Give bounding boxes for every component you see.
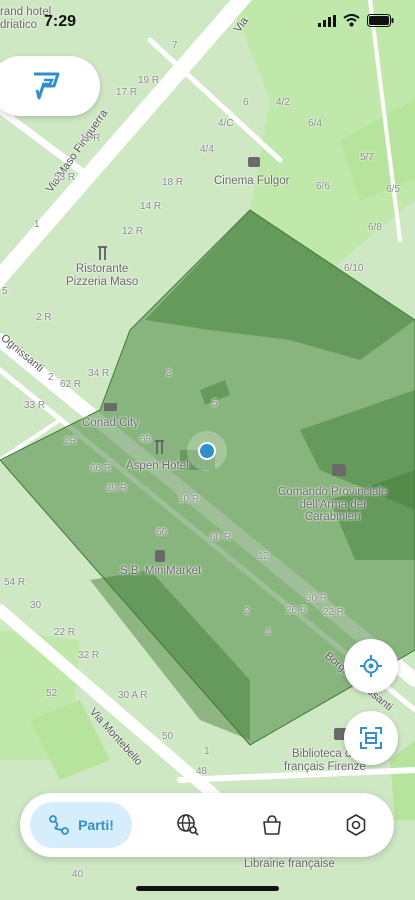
bottom-nav: Parti! bbox=[20, 793, 394, 857]
nav-item-parti-label: Parti! bbox=[78, 817, 114, 833]
locate-button[interactable] bbox=[344, 639, 398, 693]
house-number: 62 R bbox=[60, 379, 82, 390]
user-location-dot[interactable] bbox=[200, 444, 214, 458]
shop-icon bbox=[155, 550, 165, 562]
house-number: 2 bbox=[48, 372, 54, 383]
house-number: 6/6 bbox=[316, 181, 330, 192]
house-number: 30 R bbox=[306, 593, 328, 604]
house-number: 30 A R bbox=[118, 690, 148, 701]
house-number: 18 R bbox=[162, 177, 184, 188]
battery-icon bbox=[367, 14, 394, 27]
nav-item-shop[interactable] bbox=[256, 809, 288, 841]
poi-label-aspen[interactable]: Aspen Hotel bbox=[126, 460, 189, 473]
house-number: 66 R bbox=[90, 463, 112, 474]
poi-label-librairie[interactable]: Librairie française bbox=[244, 858, 335, 871]
house-number: 60 bbox=[156, 527, 168, 538]
shopping-basket-icon bbox=[104, 403, 117, 411]
house-number: 54 R bbox=[4, 577, 26, 588]
house-number: 26 R bbox=[286, 605, 308, 616]
gear-icon bbox=[346, 814, 366, 836]
house-number: 50 bbox=[162, 731, 174, 742]
poi-label-ristorante[interactable]: Ristorante Pizzeria Maso bbox=[66, 263, 138, 288]
bag-icon bbox=[263, 815, 281, 835]
house-number: 2 bbox=[244, 606, 250, 617]
police-icon bbox=[332, 464, 346, 476]
house-number: 29 R bbox=[106, 483, 128, 494]
app-logo-icon bbox=[34, 72, 60, 100]
house-number: 6/4 bbox=[308, 118, 322, 129]
globe-search-icon bbox=[177, 814, 199, 836]
house-number: 33 R bbox=[24, 400, 46, 411]
route-icon bbox=[49, 815, 69, 835]
house-number: 6/5 bbox=[386, 184, 400, 195]
house-number: 12 R bbox=[122, 226, 144, 237]
poi-label-carabinieri[interactable]: Comando Provinciale dell'Arma dei Carabi… bbox=[278, 486, 387, 524]
house-number: 3 bbox=[166, 368, 172, 379]
house-number: 4/C bbox=[218, 118, 234, 129]
house-number: 6 bbox=[243, 97, 249, 108]
nav-item-parti[interactable]: Parti! bbox=[30, 802, 132, 848]
status-time: 7:29 bbox=[44, 13, 77, 30]
house-number: 5 bbox=[212, 398, 218, 409]
house-number: 6/10 bbox=[344, 263, 364, 274]
house-number: 12 bbox=[258, 551, 270, 562]
home-indicator[interactable] bbox=[136, 886, 279, 891]
house-number: 22 R bbox=[323, 607, 345, 618]
house-number: 34 R bbox=[88, 368, 110, 379]
cinema-icon bbox=[248, 157, 260, 167]
house-number: 5 bbox=[2, 286, 8, 297]
house-number: 5/7 bbox=[360, 152, 374, 163]
house-number: 22 R bbox=[54, 627, 76, 638]
house-number: 30 bbox=[30, 600, 42, 611]
signal-icon bbox=[318, 15, 336, 27]
wifi-icon bbox=[343, 14, 360, 27]
house-number: 53 R bbox=[54, 172, 76, 183]
house-number: 48 bbox=[196, 766, 208, 777]
house-number: 6/8 bbox=[368, 222, 382, 233]
house-number: 11 R bbox=[80, 133, 101, 144]
house-number: 17 R bbox=[116, 87, 138, 98]
scan-icon bbox=[360, 727, 382, 749]
house-number: 19 R bbox=[138, 75, 160, 86]
house-number: 2R bbox=[64, 436, 77, 447]
house-number: 4/2 bbox=[276, 97, 290, 108]
poi-label-cinema[interactable]: Cinema Fulgor bbox=[214, 175, 289, 188]
status-bar: 7:29 bbox=[0, 0, 415, 46]
locate-icon bbox=[360, 655, 382, 677]
house-number: 1 bbox=[34, 219, 40, 230]
house-number: 32 R bbox=[78, 650, 100, 661]
app-logo-button[interactable] bbox=[0, 56, 100, 116]
poi-label-minimarket[interactable]: S.B. MiniMarket bbox=[120, 565, 201, 578]
scan-button[interactable] bbox=[344, 711, 398, 765]
house-number: 52 bbox=[46, 688, 58, 699]
nav-item-settings[interactable] bbox=[340, 809, 372, 841]
house-number: 1 bbox=[204, 746, 210, 757]
house-number: 10 R bbox=[178, 494, 200, 505]
house-number: 40 bbox=[72, 869, 84, 880]
house-number: 2 R bbox=[36, 312, 52, 323]
poi-label-conad[interactable]: Conad City bbox=[82, 417, 139, 430]
house-number: 14 R bbox=[140, 201, 162, 212]
house-number: 4 bbox=[265, 627, 271, 638]
house-number: 68 bbox=[140, 434, 152, 445]
house-number: 60 R bbox=[210, 532, 232, 543]
nav-item-explore[interactable] bbox=[172, 809, 204, 841]
house-number: 4/4 bbox=[200, 144, 214, 155]
